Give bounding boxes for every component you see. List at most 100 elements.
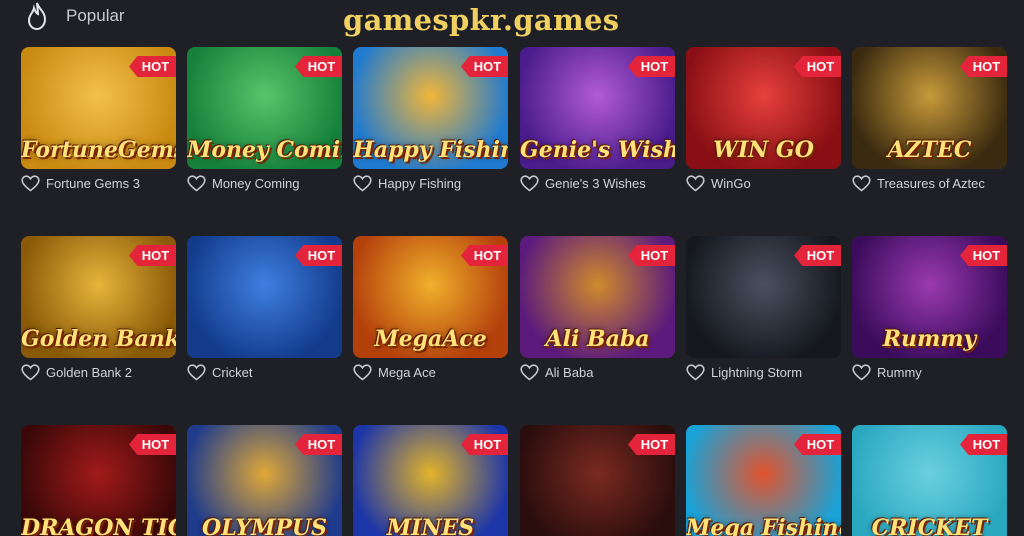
game-thumbnail[interactable]: CRICKET HOT <box>852 425 1007 536</box>
game-meta: WinGo <box>686 174 751 192</box>
game-thumbnail[interactable]: Happy Fishing HOT <box>353 47 508 169</box>
game-meta: Treasures of Aztec <box>852 174 985 192</box>
game-thumbnail[interactable]: Money Coming HOT <box>187 47 342 169</box>
game-name: Fortune Gems 3 <box>46 175 140 191</box>
game-thumbnail[interactable]: MINES HOT <box>353 425 508 536</box>
game-card[interactable]: Ali Baba HOT Ali Baba <box>520 236 675 380</box>
game-logo-text: CRICKET <box>871 515 988 536</box>
game-thumbnail[interactable]: WIN GO HOT <box>686 47 841 169</box>
heart-icon[interactable] <box>520 174 539 192</box>
game-meta: Lightning Storm <box>686 363 802 381</box>
game-card[interactable]: Golden Bank HOT Golden Bank 2 <box>21 236 176 380</box>
game-thumbnail[interactable]: Rummy HOT <box>852 236 1007 358</box>
heart-icon[interactable] <box>21 174 40 192</box>
game-thumbnail[interactable]: Golden Bank HOT <box>21 236 176 358</box>
game-logo-text: MINES <box>386 515 475 536</box>
game-logo-text: AZTEC <box>887 137 972 163</box>
game-thumbnail[interactable]: OLYMPUS HOT <box>187 425 342 536</box>
game-card[interactable]: OLYMPUS HOT <box>187 425 342 536</box>
game-thumbnail[interactable]: HOT <box>520 425 675 536</box>
game-thumbnail[interactable]: HOT <box>187 236 342 358</box>
game-name: Cricket <box>212 364 253 380</box>
game-thumbnail[interactable]: AZTEC HOT <box>852 47 1007 169</box>
game-grid: FortuneGems3 HOT Fortune Gems 3 Money Comin… <box>0 0 1024 536</box>
game-card[interactable]: FortuneGems3 HOT Fortune Gems 3 <box>21 47 176 191</box>
game-logo-text: Genie's Wishes <box>520 137 675 163</box>
game-logo-text: MegaAce <box>374 326 487 352</box>
game-name: Money Coming <box>212 175 300 191</box>
game-thumbnail[interactable]: FortuneGems3 HOT <box>21 47 176 169</box>
game-thumbnail[interactable]: MegaAce HOT <box>353 236 508 358</box>
game-logo-text: WIN GO <box>713 137 814 163</box>
game-card[interactable]: Happy Fishing HOT Happy Fishing <box>353 47 508 191</box>
game-card[interactable]: HOT <box>520 425 675 536</box>
hot-badge: HOT <box>295 434 342 455</box>
game-card[interactable]: MINES HOT <box>353 425 508 536</box>
heart-icon[interactable] <box>686 363 705 381</box>
hot-badge: HOT <box>960 434 1007 455</box>
game-logo-text: DRAGON TIGER <box>21 515 176 536</box>
game-thumbnail[interactable]: Mega Fishing HOT <box>686 425 841 536</box>
hot-badge: HOT <box>628 56 675 77</box>
game-name: Genie's 3 Wishes <box>545 175 646 191</box>
heart-icon[interactable] <box>852 174 871 192</box>
game-name: Ali Baba <box>545 364 594 380</box>
game-name: Golden Bank 2 <box>46 364 133 380</box>
game-card[interactable]: MegaAce HOT Mega Ace <box>353 236 508 380</box>
game-card[interactable]: Genie's Wishes HOT Genie's 3 Wishes <box>520 47 675 191</box>
hot-badge: HOT <box>461 245 508 266</box>
game-card[interactable]: Money Coming HOT Money Coming <box>187 47 342 191</box>
heart-icon[interactable] <box>353 174 372 192</box>
heart-icon[interactable] <box>852 363 871 381</box>
game-thumbnail[interactable]: Genie's Wishes HOT <box>520 47 675 169</box>
heart-icon[interactable] <box>21 363 40 381</box>
hot-badge: HOT <box>295 245 342 266</box>
game-thumbnail[interactable]: HOT <box>686 236 841 358</box>
game-meta: Rummy <box>852 363 922 381</box>
game-name: Happy Fishing <box>378 175 462 191</box>
hot-badge: HOT <box>295 56 342 77</box>
game-meta: Happy Fishing <box>353 174 461 192</box>
game-meta: Ali Baba <box>520 363 593 381</box>
game-name: Treasures of Aztec <box>877 175 985 191</box>
hot-badge: HOT <box>628 245 675 266</box>
hot-badge: HOT <box>960 245 1007 266</box>
game-name: Rummy <box>877 364 922 380</box>
heart-icon[interactable] <box>187 363 206 381</box>
hot-badge: HOT <box>794 245 841 266</box>
heart-icon[interactable] <box>353 363 372 381</box>
game-logo-text: Rummy <box>882 326 977 352</box>
game-meta: Money Coming <box>187 174 299 192</box>
game-card[interactable]: WIN GO HOT WinGo <box>686 47 841 191</box>
heart-icon[interactable] <box>520 363 539 381</box>
game-card[interactable]: Rummy HOT Rummy <box>852 236 1007 380</box>
game-card[interactable]: CRICKET HOT <box>852 425 1007 536</box>
game-meta: Cricket <box>187 363 252 381</box>
game-card[interactable]: Mega Fishing HOT <box>686 425 841 536</box>
game-card[interactable]: DRAGON TIGER HOT <box>21 425 176 536</box>
heart-icon[interactable] <box>187 174 206 192</box>
game-thumbnail[interactable]: DRAGON TIGER HOT <box>21 425 176 536</box>
hot-badge: HOT <box>960 56 1007 77</box>
hot-badge: HOT <box>794 56 841 77</box>
hot-badge: HOT <box>628 434 675 455</box>
game-meta: Golden Bank 2 <box>21 363 132 381</box>
game-logo-text: OLYMPUS <box>202 515 327 536</box>
game-card[interactable]: AZTEC HOT Treasures of Aztec <box>852 47 1007 191</box>
game-card[interactable]: HOT Cricket <box>187 236 342 380</box>
game-logo-text: Mega Fishing <box>686 515 841 536</box>
game-name: Lightning Storm <box>711 364 803 380</box>
game-meta: Mega Ace <box>353 363 436 381</box>
heart-icon[interactable] <box>686 174 705 192</box>
game-meta: Fortune Gems 3 <box>21 174 140 192</box>
game-card[interactable]: HOT Lightning Storm <box>686 236 841 380</box>
hot-badge: HOT <box>461 434 508 455</box>
game-logo-text: FortuneGems3 <box>21 137 176 163</box>
game-logo-text: Happy Fishing <box>353 137 508 163</box>
hot-badge: HOT <box>794 434 841 455</box>
game-logo-text: Golden Bank <box>21 326 176 352</box>
game-thumbnail[interactable]: Ali Baba HOT <box>520 236 675 358</box>
hot-badge: HOT <box>461 56 508 77</box>
hot-badge: HOT <box>129 245 176 266</box>
hot-badge: HOT <box>129 434 176 455</box>
